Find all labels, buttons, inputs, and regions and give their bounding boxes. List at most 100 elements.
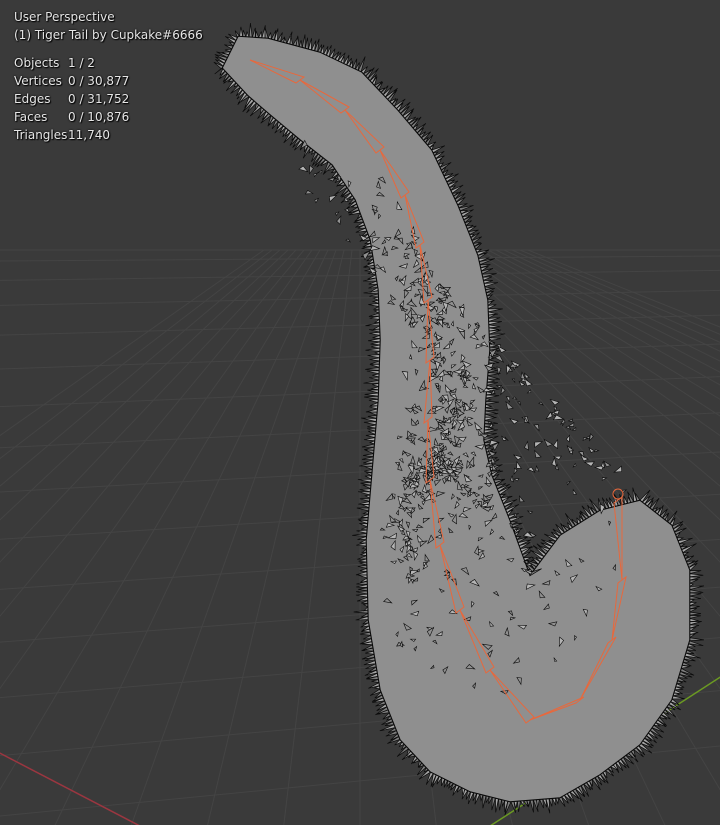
stat-value: 0 / 31,752 — [68, 92, 130, 106]
fur-shard — [327, 177, 336, 182]
fur-strand — [359, 462, 373, 467]
fur-strand — [488, 796, 493, 804]
fur-strand — [359, 523, 368, 528]
fur-strand — [362, 453, 374, 458]
fur-strand — [488, 317, 501, 322]
active-object-name: (1) Tiger Tail by Cupkake#6666 — [14, 28, 203, 42]
stat-row-faces: Faces 0 / 10,876 — [14, 108, 203, 126]
fur-strand — [366, 370, 380, 375]
grid-line — [0, 249, 289, 521]
fur-strand — [689, 627, 697, 632]
fur-strand — [362, 510, 369, 515]
fur-strand — [484, 413, 495, 418]
fur-strand — [488, 359, 500, 364]
fur-strand — [370, 341, 381, 346]
fur-shard — [567, 422, 575, 427]
fur-shard — [613, 465, 622, 473]
fur-shard — [494, 355, 505, 363]
fur-strand — [495, 797, 499, 813]
fur-strand — [678, 543, 686, 548]
fur-strand — [483, 429, 498, 434]
fur-strand — [264, 27, 269, 39]
fur-strand — [485, 407, 499, 412]
fur-strand — [489, 346, 500, 351]
fur-shard — [523, 440, 529, 451]
fur-strand — [484, 416, 497, 421]
grid-line — [207, 249, 345, 825]
fur-strand — [298, 40, 303, 48]
fur-strand — [363, 437, 376, 442]
fur-strand — [539, 799, 544, 809]
fur-shard — [335, 211, 340, 217]
fur-strand — [485, 394, 500, 399]
fur-strand — [367, 414, 378, 419]
fur-strand — [479, 794, 484, 802]
fur-strand — [689, 618, 699, 622]
fur-strand — [234, 30, 240, 38]
fur-strand — [498, 798, 502, 811]
fur-strand — [361, 417, 377, 423]
fur-shard — [344, 208, 351, 214]
fur-strand — [367, 424, 377, 429]
stat-row-objects: Objects 1 / 2 — [14, 54, 203, 72]
fur-strand — [357, 536, 367, 540]
tiger-tail-mesh[interactable] — [221, 35, 691, 803]
stat-value: 0 / 10,876 — [68, 110, 130, 124]
grid-line — [0, 249, 265, 437]
fur-strand — [356, 542, 367, 547]
grid-line — [0, 249, 281, 487]
fur-strand — [501, 799, 506, 808]
fur-strand — [363, 634, 372, 640]
fur-strand — [370, 344, 381, 349]
fur-strand — [364, 392, 379, 397]
fur-strand — [356, 590, 368, 595]
fur-strand — [361, 456, 374, 461]
fur-shard — [526, 389, 532, 394]
fur-strand — [369, 293, 379, 298]
fur-shard — [567, 418, 573, 422]
fur-shard — [553, 406, 557, 413]
fur-strand — [365, 408, 378, 413]
fur-strand — [372, 325, 380, 331]
fur-strand — [224, 48, 233, 53]
view-name: User Perspective — [14, 10, 115, 24]
fur-shard — [309, 164, 314, 175]
grid-line — [0, 249, 273, 460]
fur-strand — [357, 555, 367, 560]
fur-strand — [356, 507, 370, 512]
fur-strand — [362, 603, 369, 608]
fur-strand — [365, 434, 376, 438]
fur-strand — [357, 564, 368, 569]
fur-strand — [372, 383, 379, 387]
fur-strand — [283, 37, 288, 44]
3d-viewport[interactable]: User Perspective (1) Tiger Tail by Cupka… — [0, 0, 720, 825]
fur-shard — [583, 461, 595, 467]
fur-strand — [369, 376, 380, 381]
viewport-info-overlay: User Perspective (1) Tiger Tail by Cupka… — [14, 8, 203, 144]
fur-strand — [671, 695, 685, 700]
fur-strand — [372, 335, 381, 339]
fur-strand — [363, 465, 373, 470]
grid-line — [0, 249, 297, 563]
fur-strand — [485, 404, 493, 408]
fur-strand — [360, 513, 369, 518]
fur-shard — [500, 386, 506, 396]
fur-shard — [345, 238, 352, 243]
fur-strand — [224, 44, 234, 50]
fur-shard — [534, 441, 544, 449]
stat-value: 0 / 30,877 — [68, 74, 130, 88]
fur-strand — [359, 568, 368, 572]
fur-strand — [485, 400, 499, 405]
fur-strand — [371, 679, 380, 684]
fur-shard — [336, 215, 342, 225]
fur-strand — [489, 337, 501, 341]
fur-shard — [329, 194, 338, 203]
fur-shard — [511, 378, 516, 384]
fur-strand — [482, 794, 487, 809]
grid-line — [283, 249, 353, 825]
fur-strand — [488, 324, 501, 329]
fur-shard — [316, 169, 323, 174]
fur-strand — [255, 30, 260, 38]
fur-strand — [369, 363, 380, 368]
stat-label: Vertices — [14, 74, 62, 88]
